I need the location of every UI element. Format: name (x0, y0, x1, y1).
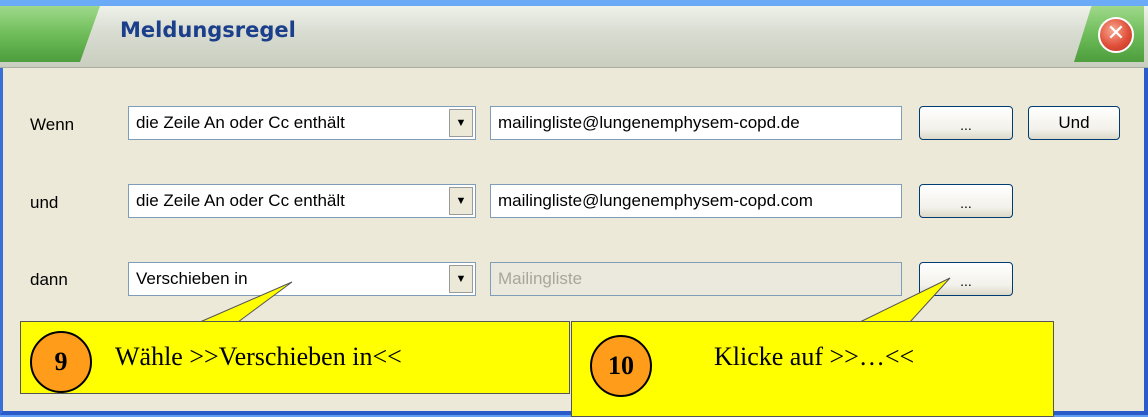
step-badge-10: 10 (590, 335, 652, 397)
callout-9: Wähle >>Verschieben in<< (20, 321, 570, 394)
callout-9-text: Wähle >>Verschieben in<< (115, 342, 402, 371)
callout-10-pointer (859, 277, 951, 323)
step-badge-9: 9 (30, 331, 92, 393)
callout-9-pointer (199, 281, 293, 323)
callout-10-text: Klicke auf >>…<< (714, 342, 915, 371)
